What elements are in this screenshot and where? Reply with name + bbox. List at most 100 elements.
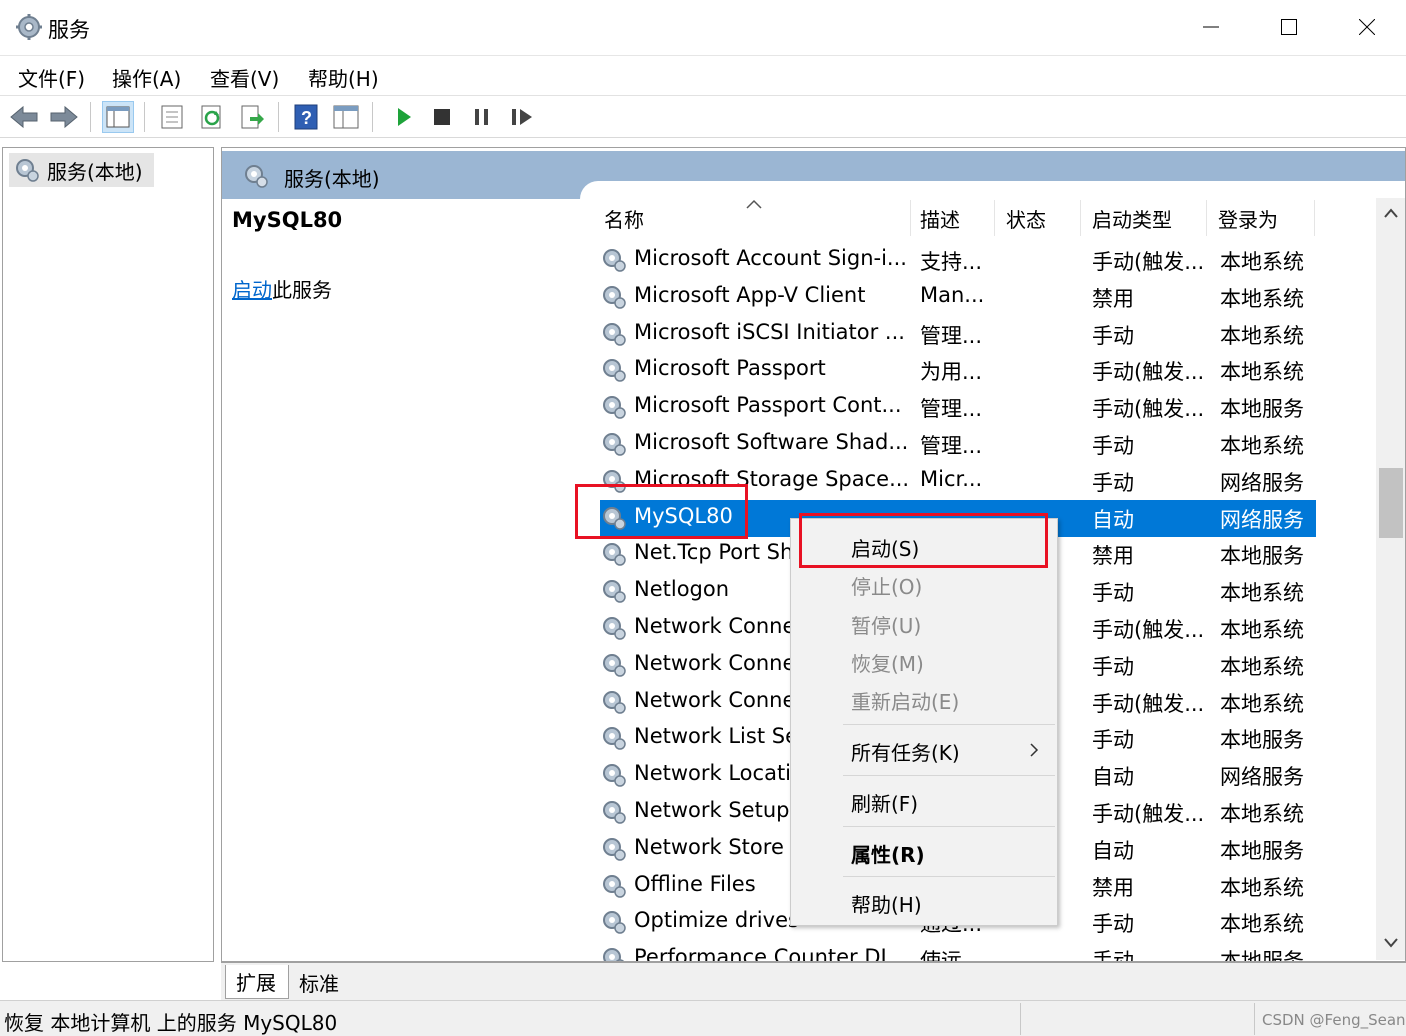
table-row[interactable]: Microsoft Passport 为用... 手动(触发... 本地系统 — [600, 352, 1316, 389]
service-gear-icon — [600, 356, 628, 384]
ctx-all-tasks[interactable]: 所有任务(K) — [851, 737, 960, 766]
service-gear-icon — [600, 246, 628, 274]
minimize-button[interactable] — [1172, 0, 1250, 54]
tree-node-services-local[interactable]: 服务(本地) — [9, 153, 154, 187]
start-service-button[interactable] — [388, 101, 420, 133]
table-row[interactable]: Microsoft Software Shad... 管理... 手动 本地系统 — [600, 426, 1316, 463]
service-name: Microsoft Software Shad... — [634, 430, 909, 454]
ctx-help[interactable]: 帮助(H) — [851, 889, 922, 918]
service-description: 管理... — [920, 434, 983, 458]
column-header-description[interactable]: 描述 — [920, 198, 990, 238]
vertical-scrollbar[interactable] — [1376, 198, 1405, 960]
service-gear-icon — [600, 430, 628, 458]
column-header-log-on-as[interactable]: 登录为 — [1218, 198, 1314, 238]
service-log-on-as: 本地服务 — [1220, 838, 1304, 863]
service-name: Network Setup — [634, 798, 790, 822]
maximize-button[interactable] — [1250, 0, 1328, 54]
service-log-on-as: 本地系统 — [1220, 618, 1304, 642]
table-row[interactable]: Microsoft App-V Client Man... 禁用 本地系统 — [600, 279, 1316, 316]
service-startup-type: 禁用 — [1092, 286, 1134, 311]
scroll-down-icon[interactable] — [1384, 938, 1398, 948]
service-log-on-as: 本地系统 — [1220, 323, 1304, 348]
service-startup-type: 手动 — [1092, 728, 1134, 753]
column-divider[interactable] — [994, 200, 995, 236]
service-startup-type: 手动(触发... — [1092, 397, 1205, 422]
service-name: Microsoft Account Sign-i... — [634, 246, 907, 270]
menu-separator — [843, 876, 1055, 877]
column-header-startup-type[interactable]: 启动类型 — [1092, 198, 1202, 238]
services-gear-icon — [16, 159, 39, 182]
service-log-on-as: 本地服务 — [1220, 728, 1304, 753]
column-divider[interactable] — [1080, 200, 1081, 236]
stop-icon — [434, 109, 450, 125]
column-header-status[interactable]: 状态 — [1006, 198, 1076, 238]
service-log-on-as: 网络服务 — [1220, 765, 1304, 790]
services-gear-icon — [245, 165, 268, 188]
service-log-on-as: 网络服务 — [1220, 507, 1304, 532]
tab-extended[interactable]: 扩展 — [225, 965, 289, 999]
view-tabs: 扩展 标准 — [221, 962, 1406, 1000]
start-service-link[interactable]: 启动 — [232, 278, 272, 302]
service-startup-type: 手动 — [1092, 470, 1134, 495]
service-log-on-as: 本地系统 — [1220, 434, 1304, 458]
resume-icon — [512, 109, 532, 125]
tab-standard[interactable]: 标准 — [291, 965, 357, 999]
ctx-properties[interactable]: 属性(R) — [851, 839, 925, 868]
refresh-toolbar-button[interactable] — [196, 101, 228, 133]
service-gear-icon — [600, 908, 628, 936]
table-row[interactable]: Microsoft iSCSI Initiator ... 管理... 手动 本地系统 — [600, 316, 1316, 353]
service-gear-icon — [600, 283, 628, 311]
column-divider[interactable] — [1314, 200, 1315, 236]
service-gear-icon — [600, 724, 628, 752]
ctx-refresh[interactable]: 刷新(F) — [851, 788, 918, 817]
menu-separator — [843, 826, 1055, 827]
pause-service-button[interactable] — [466, 101, 498, 133]
service-gear-icon — [600, 651, 628, 679]
service-name: Network Conne — [634, 614, 796, 638]
table-row[interactable]: Performance Counter DL... 使远... 手动 本地服务 — [600, 941, 1316, 962]
table-row[interactable]: Microsoft Account Sign-i... 支持... 手动(触发...… — [600, 242, 1316, 279]
service-gear-icon — [600, 761, 628, 789]
service-gear-icon — [600, 577, 628, 605]
back-button[interactable] — [8, 101, 40, 133]
play-icon — [398, 108, 411, 126]
scroll-up-icon[interactable] — [1384, 208, 1398, 218]
close-button[interactable] — [1328, 0, 1406, 54]
restart-service-button[interactable] — [506, 101, 538, 133]
pane-header-title: 服务(本地) — [284, 167, 380, 191]
column-divider[interactable] — [1206, 200, 1207, 236]
service-name: Microsoft iSCSI Initiator ... — [634, 319, 905, 344]
table-row[interactable]: Microsoft Passport Cont... 管理... 手动(触发... 本… — [600, 389, 1316, 426]
menu-view[interactable]: 查看(V) — [210, 63, 279, 92]
service-log-on-as: 本地服务 — [1220, 949, 1304, 962]
ctx-restart: 重新启动(E) — [851, 690, 960, 714]
properties-toolbar-button[interactable] — [156, 101, 188, 133]
view-details-button[interactable] — [330, 101, 362, 133]
service-log-on-as: 本地服务 — [1220, 544, 1304, 569]
refresh-icon — [201, 105, 221, 129]
service-description: Micr... — [920, 466, 983, 491]
menu-file[interactable]: 文件(F) — [18, 63, 85, 92]
menu-separator — [843, 724, 1055, 725]
menu-help[interactable]: 帮助(H) — [308, 63, 379, 92]
service-startup-type: 自动 — [1092, 765, 1134, 790]
show-hide-console-tree-button[interactable] — [102, 101, 134, 133]
service-startup-type: 手动(触发... — [1092, 360, 1205, 385]
back-arrow-icon — [10, 105, 38, 129]
maximize-icon — [1281, 19, 1297, 35]
column-header-label: 状态 — [1006, 207, 1046, 232]
export-list-button[interactable] — [236, 101, 268, 133]
stop-service-button[interactable] — [426, 101, 458, 133]
menu-action[interactable]: 操作(A) — [112, 63, 181, 92]
service-name: Microsoft Passport Cont... — [634, 393, 902, 418]
column-divider[interactable] — [910, 200, 911, 236]
help-toolbar-button[interactable]: ? — [290, 101, 322, 133]
service-name: Network Conne — [634, 650, 796, 675]
service-log-on-as: 本地系统 — [1220, 802, 1304, 826]
column-header-label: 描述 — [920, 207, 960, 232]
annotation-box-start — [799, 513, 1048, 568]
service-gear-icon — [600, 393, 628, 421]
service-startup-type: 禁用 — [1092, 544, 1134, 569]
forward-button[interactable] — [48, 101, 80, 133]
scrollbar-thumb[interactable] — [1379, 468, 1403, 538]
